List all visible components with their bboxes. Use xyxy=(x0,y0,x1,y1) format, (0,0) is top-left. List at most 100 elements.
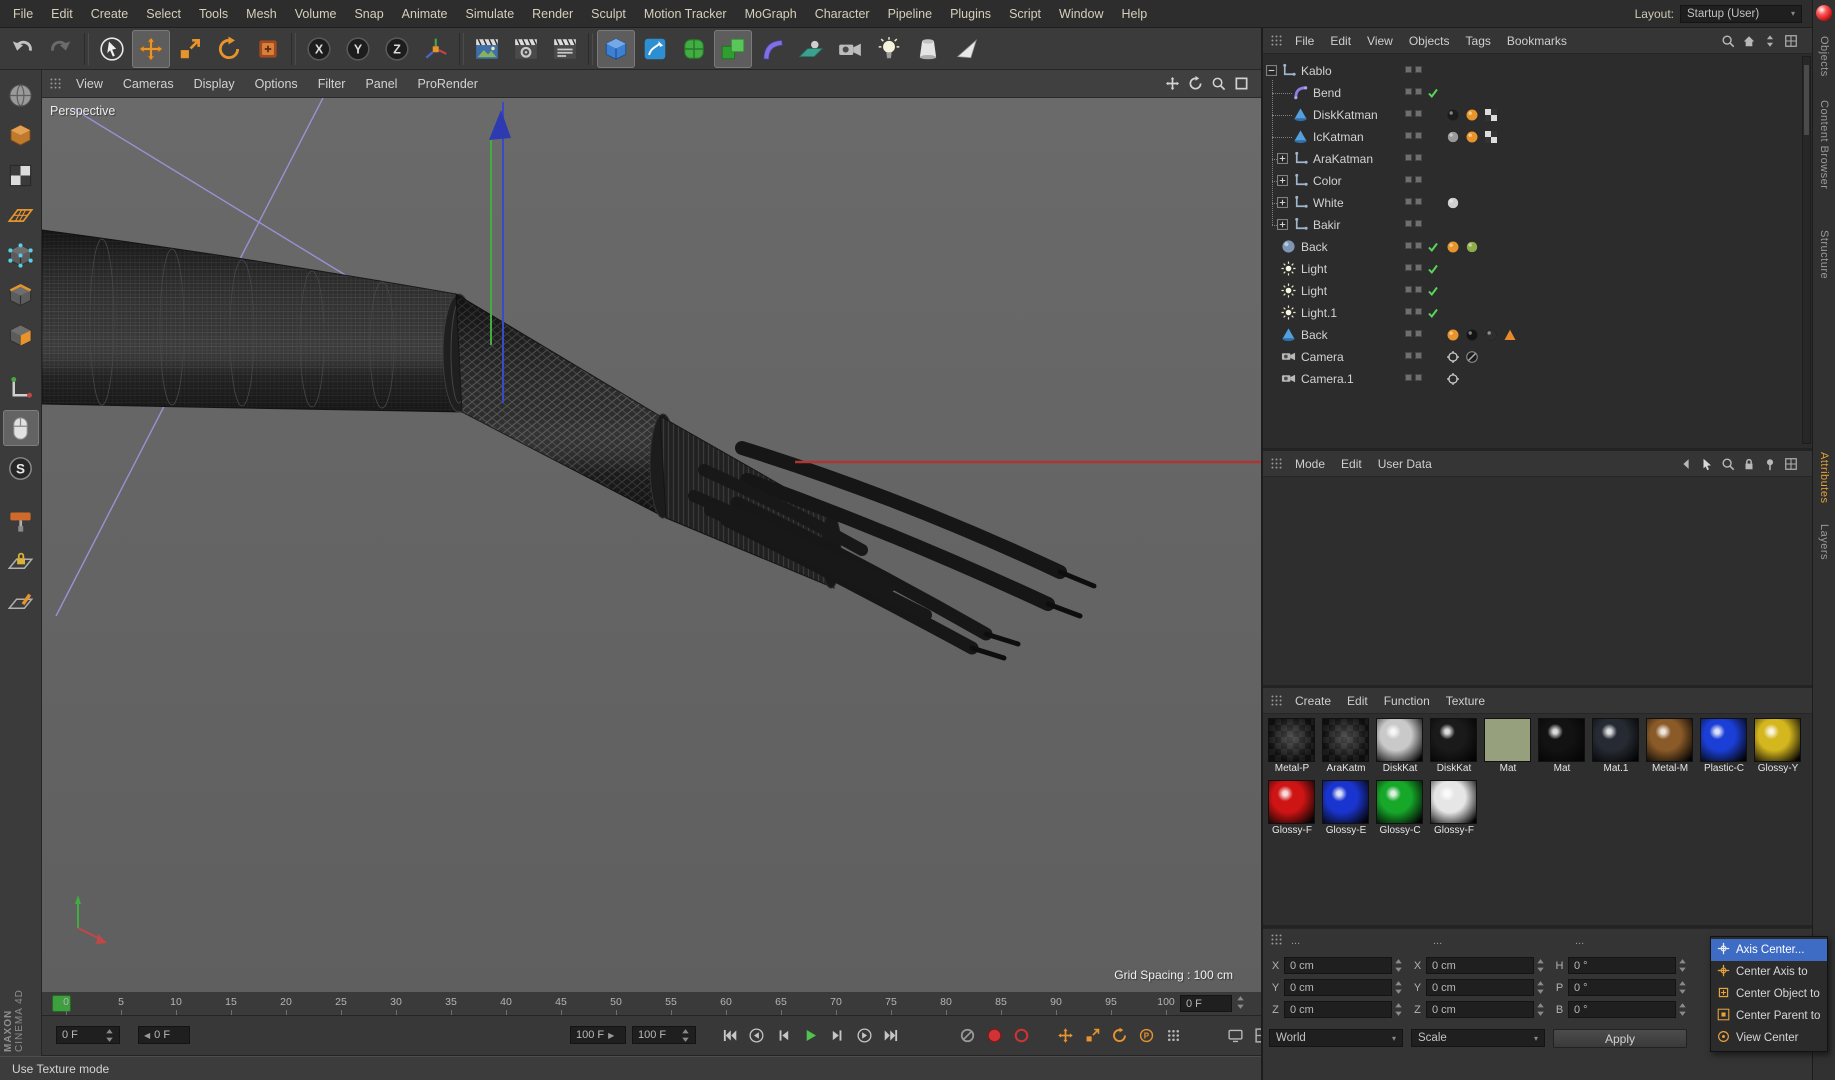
range-end-field[interactable]: 100 F ▶ xyxy=(570,1026,626,1044)
material-preview[interactable] xyxy=(1376,718,1423,762)
mm-menu-texture[interactable]: Texture xyxy=(1438,694,1493,708)
visibility-dots[interactable] xyxy=(1405,88,1422,95)
coord-input[interactable]: 0 cm xyxy=(1426,1001,1534,1018)
menu-file[interactable]: File xyxy=(4,7,42,21)
record-off-button[interactable] xyxy=(954,1023,981,1048)
prev-key-button[interactable] xyxy=(743,1023,770,1048)
context-item-axis-center[interactable]: Axis Center... xyxy=(1711,939,1827,961)
material-item[interactable]: Metal-P xyxy=(1265,716,1319,778)
coord-input[interactable]: 0 cm xyxy=(1284,979,1392,996)
lock-workplane-button[interactable] xyxy=(3,543,39,579)
record-button[interactable] xyxy=(981,1023,1008,1048)
expander-plus-icon[interactable] xyxy=(1277,197,1288,208)
material-item[interactable]: AraKatm xyxy=(1319,716,1373,778)
phong-tag-icon[interactable] xyxy=(1447,241,1459,253)
stepper-icon[interactable] xyxy=(1394,1002,1403,1017)
material-item[interactable]: Glossy-C xyxy=(1373,778,1427,840)
uvw-tag-icon[interactable] xyxy=(1485,109,1497,121)
menu-window[interactable]: Window xyxy=(1050,7,1112,21)
edges-mode-button[interactable] xyxy=(3,277,39,313)
stepper-icon[interactable] xyxy=(1394,980,1403,995)
pointer-arrow-icon[interactable] xyxy=(1700,457,1714,471)
object-row[interactable]: Back xyxy=(1263,236,1812,258)
material-preview[interactable] xyxy=(1430,718,1477,762)
enabled-check-icon[interactable] xyxy=(1427,263,1439,278)
mm-menu-function[interactable]: Function xyxy=(1376,694,1438,708)
material-tag-icon[interactable] xyxy=(1485,329,1497,341)
hud-button[interactable] xyxy=(1222,1023,1249,1048)
c4d-ball-icon[interactable] xyxy=(1816,5,1832,21)
goto-start-button[interactable] xyxy=(716,1023,743,1048)
pin-icon[interactable] xyxy=(1763,457,1777,471)
menu-character[interactable]: Character xyxy=(806,7,879,21)
expander-plus-icon[interactable] xyxy=(1277,153,1288,164)
mm-menu-create[interactable]: Create xyxy=(1287,694,1339,708)
stage-button[interactable] xyxy=(909,30,947,68)
om-menu-bookmarks[interactable]: Bookmarks xyxy=(1499,34,1575,48)
menu-pipeline[interactable]: Pipeline xyxy=(879,7,941,21)
material-preview[interactable] xyxy=(1268,718,1315,762)
material-preview[interactable] xyxy=(1754,718,1801,762)
axis-arrowhead[interactable] xyxy=(489,110,511,140)
material-item[interactable]: DiskKat xyxy=(1373,716,1427,778)
enabled-check-icon[interactable] xyxy=(1427,285,1439,300)
expander-minus-icon[interactable] xyxy=(1266,65,1277,76)
menu-render[interactable]: Render xyxy=(523,7,582,21)
pan-view-icon[interactable] xyxy=(1165,76,1180,91)
subdivision-button[interactable] xyxy=(675,30,713,68)
range-start-field[interactable]: ◀ 0 F xyxy=(138,1026,190,1044)
autokey-button[interactable] xyxy=(1008,1023,1035,1048)
current-frame-field[interactable]: 0 F xyxy=(56,1026,120,1044)
om-menu-edit[interactable]: Edit xyxy=(1322,34,1359,48)
expander-plus-icon[interactable] xyxy=(1277,175,1288,186)
material-preview[interactable] xyxy=(1484,718,1531,762)
viewport-menu-filter[interactable]: Filter xyxy=(308,77,356,91)
object-row[interactable]: Kablo xyxy=(1263,60,1812,82)
stepper-icon[interactable] xyxy=(105,1028,114,1043)
object-tree-scrollbar[interactable] xyxy=(1802,56,1811,444)
visibility-dots[interactable] xyxy=(1405,154,1422,161)
object-row[interactable]: AraKatman xyxy=(1263,148,1812,170)
convert-globe-button[interactable] xyxy=(3,77,39,113)
phong-tag-icon[interactable] xyxy=(1466,131,1478,143)
cable-braid-section[interactable] xyxy=(455,293,677,519)
target-tag-icon[interactable] xyxy=(1447,351,1459,363)
material-tag-icon[interactable] xyxy=(1466,241,1478,253)
menu-edit[interactable]: Edit xyxy=(42,7,82,21)
home-icon[interactable] xyxy=(1742,34,1756,48)
scroll-arrows-icon[interactable] xyxy=(1763,34,1777,48)
rotate-button[interactable] xyxy=(210,30,248,68)
visibility-dots[interactable] xyxy=(1405,242,1422,249)
material-item[interactable]: Glossy-F xyxy=(1265,778,1319,840)
object-row[interactable]: DiskKatman xyxy=(1263,104,1812,126)
cable-outer-jacket[interactable] xyxy=(42,229,476,413)
visibility-dots[interactable] xyxy=(1405,110,1422,117)
key-parameter-button[interactable]: P xyxy=(1133,1023,1160,1048)
scale-dropdown[interactable]: Scale ▾ xyxy=(1411,1029,1545,1047)
dock-tab-layers[interactable]: Layers xyxy=(1818,524,1830,560)
attribute-manager-body[interactable] xyxy=(1263,477,1812,685)
material-tag-icon[interactable] xyxy=(1447,131,1459,143)
coord-input[interactable]: 0 ° xyxy=(1568,979,1676,996)
material-preview[interactable] xyxy=(1700,718,1747,762)
mm-menu-edit[interactable]: Edit xyxy=(1339,694,1376,708)
material-preview[interactable] xyxy=(1268,780,1315,824)
viewport-menu-options[interactable]: Options xyxy=(245,77,308,91)
uvw-tag-icon[interactable] xyxy=(1485,131,1497,143)
object-name[interactable]: Color xyxy=(1313,174,1342,188)
panel-grid-icon[interactable] xyxy=(1784,457,1798,471)
model-mode-button[interactable] xyxy=(3,117,39,153)
object-row[interactable]: White xyxy=(1263,192,1812,214)
snap-button[interactable]: S xyxy=(3,450,39,486)
coord-input[interactable]: 0 cm xyxy=(1426,979,1534,996)
paint-tool-button[interactable] xyxy=(3,503,39,539)
menu-mograph[interactable]: MoGraph xyxy=(736,7,806,21)
stepper-icon[interactable] xyxy=(1678,980,1687,995)
spline-pen-button[interactable] xyxy=(636,30,674,68)
lock-y-button[interactable]: Y xyxy=(339,30,377,68)
points-mode-button[interactable] xyxy=(3,237,39,273)
layout-dropdown[interactable]: Startup (User) ▾ xyxy=(1680,4,1802,23)
prev-frame-button[interactable] xyxy=(770,1023,797,1048)
key-position-button[interactable] xyxy=(1052,1023,1079,1048)
back-arrow-icon[interactable] xyxy=(1679,457,1693,471)
